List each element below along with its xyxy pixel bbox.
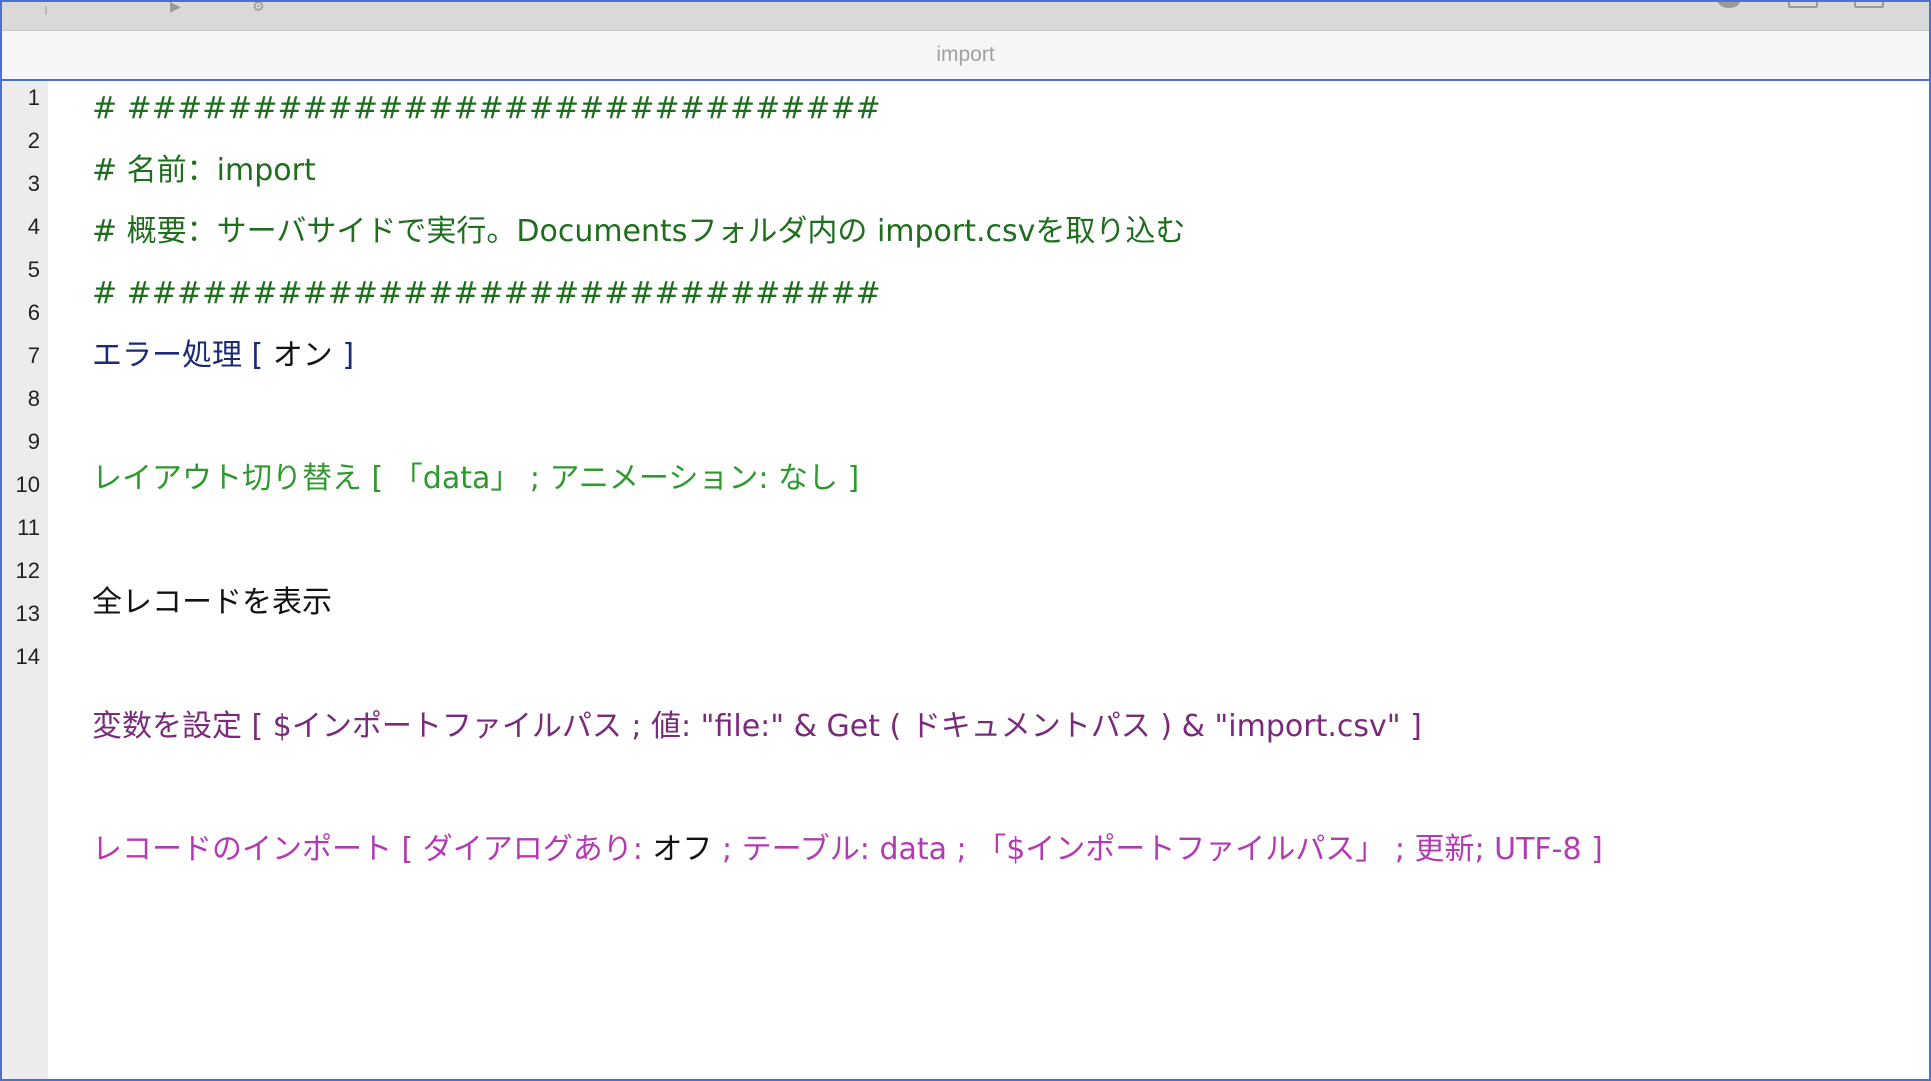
ruler-mark-icon: ╷ — [42, 0, 51, 15]
line-number: 4 — [27, 214, 40, 239]
step-label: レコードのインポート [ ダイアログあり: — [92, 832, 653, 867]
line-number: 2 — [27, 128, 40, 153]
line-number: 13 — [15, 601, 40, 626]
line-number: 1 — [27, 85, 40, 110]
script-step-import-records[interactable]: レコードのインポート [ ダイアログあり: オフ ; テーブル: data ; … — [92, 830, 1603, 870]
line-number-gutter: 1 2 3 4 5 6 7 8 9 10 11 12 13 14 — [2, 81, 48, 1079]
line-number: 3 — [27, 171, 40, 196]
script-step-comment[interactable]: # ############################## — [92, 89, 881, 129]
line-number: 5 — [27, 257, 40, 282]
script-step-comment[interactable]: # ############################## — [92, 274, 881, 314]
panel-icon[interactable] — [1854, 2, 1884, 8]
line-number: 8 — [27, 386, 40, 411]
script-step-error-capture[interactable]: エラー処理 [ オン ] — [92, 336, 354, 376]
script-step-go-to-layout[interactable]: レイアウト切り替え [ 「data」 ; アニメーション: なし ] — [92, 459, 859, 499]
play-icon[interactable]: ▶ — [170, 2, 181, 14]
status-dot-icon[interactable] — [1718, 2, 1740, 8]
toolbar: ╷ ▶ ⚙ — [2, 2, 1929, 31]
script-editor-window: ╷ ▶ ⚙ import 1 2 3 4 5 6 7 8 9 10 11 12 … — [0, 0, 1931, 1081]
step-option-value: オン — [272, 338, 333, 373]
line-number: 12 — [15, 558, 40, 583]
line-number: 7 — [27, 343, 40, 368]
script-step-comment[interactable]: # 名前：import — [92, 151, 316, 191]
script-code-area[interactable]: # ############################## # 名前：im… — [92, 81, 1929, 1079]
line-number: 6 — [27, 300, 40, 325]
panel-icon[interactable] — [1788, 2, 1818, 8]
script-step-show-all-records[interactable]: 全レコードを表示 — [92, 583, 332, 623]
step-label: エラー処理 [ — [92, 338, 273, 373]
script-step-set-variable[interactable]: 変数を設定 [ $インポートファイルパス ; 値: "file:" & Get … — [92, 707, 1422, 747]
step-bracket: ] — [332, 338, 355, 373]
line-number: 10 — [15, 472, 40, 497]
line-number: 9 — [27, 429, 40, 454]
step-options: ; テーブル: data ; 「$インポートファイルパス」 ; 更新; UTF-… — [712, 832, 1603, 867]
line-number: 11 — [17, 515, 40, 540]
step-option-value: オフ — [652, 832, 713, 867]
line-number: 14 — [15, 644, 40, 669]
gear-icon[interactable]: ⚙ — [252, 2, 265, 14]
script-step-comment[interactable]: # 概要：サーバサイドで実行。Documentsフォルダ内の import.cs… — [92, 212, 1185, 252]
script-title: import — [2, 31, 1929, 81]
